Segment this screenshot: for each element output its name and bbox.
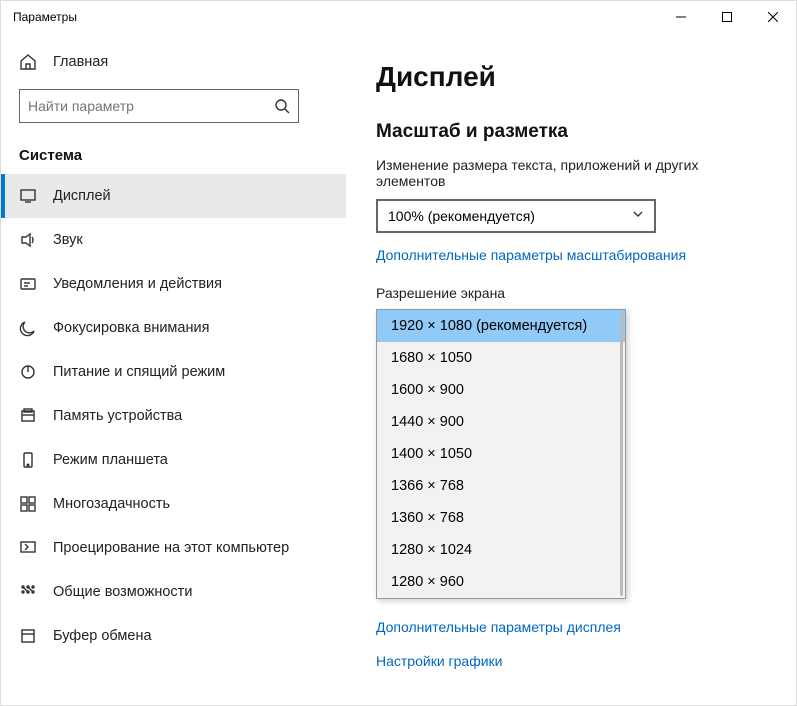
resolution-option[interactable]: 1400 × 1050 bbox=[377, 438, 625, 470]
resolution-dropdown-open[interactable]: 1920 × 1080 (рекомендуется)1680 × 105016… bbox=[376, 309, 626, 599]
sidebar-item-5[interactable]: Память устройства bbox=[1, 394, 346, 438]
sidebar-item-3[interactable]: Фокусировка внимания bbox=[1, 306, 346, 350]
maximize-button[interactable] bbox=[704, 1, 750, 33]
search-icon bbox=[274, 98, 290, 114]
resolution-option[interactable]: 1680 × 1050 bbox=[377, 342, 625, 374]
home-nav[interactable]: Главная bbox=[1, 43, 346, 81]
sidebar-icon-3 bbox=[19, 319, 37, 337]
resolution-option[interactable]: 1920 × 1080 (рекомендуется) bbox=[377, 310, 625, 342]
minimize-button[interactable] bbox=[658, 1, 704, 33]
sidebar-item-9[interactable]: Общие возможности bbox=[1, 570, 346, 614]
sidebar-item-label: Многозадачность bbox=[53, 496, 170, 512]
sidebar-item-label: Питание и спящий режим bbox=[53, 364, 225, 380]
window-controls bbox=[658, 1, 796, 33]
sidebar-icon-0 bbox=[19, 187, 37, 205]
nav-list: Дисплей Звук Уведомления и действия Фокусир… bbox=[1, 174, 346, 658]
sidebar-icon-7 bbox=[19, 495, 37, 513]
page-title: Дисплей bbox=[376, 61, 766, 93]
sidebar-item-0[interactable]: Дисплей bbox=[1, 174, 346, 218]
sidebar-item-6[interactable]: Режим планшета bbox=[1, 438, 346, 482]
sidebar-item-label: Уведомления и действия bbox=[53, 276, 222, 292]
sidebar: Главная Система Дисплей Звук Уведомления и… bbox=[1, 33, 346, 705]
close-button[interactable] bbox=[750, 1, 796, 33]
sidebar-item-2[interactable]: Уведомления и действия bbox=[1, 262, 346, 306]
resolution-option[interactable]: 1280 × 1024 bbox=[377, 534, 625, 566]
sidebar-item-label: Буфер обмена bbox=[53, 628, 152, 644]
resolution-option[interactable]: 1600 × 900 bbox=[377, 374, 625, 406]
sidebar-section-title: Система bbox=[1, 131, 346, 174]
resolution-option[interactable]: 1280 × 960 bbox=[377, 566, 625, 598]
home-icon bbox=[19, 53, 37, 71]
titlebar: Параметры bbox=[1, 1, 796, 33]
sidebar-item-1[interactable]: Звук bbox=[1, 218, 346, 262]
sidebar-icon-1 bbox=[19, 231, 37, 249]
sidebar-item-label: Дисплей bbox=[53, 188, 111, 204]
resolution-option[interactable]: 1360 × 768 bbox=[377, 502, 625, 534]
sidebar-item-label: Проецирование на этот компьютер bbox=[53, 540, 289, 556]
sidebar-icon-2 bbox=[19, 275, 37, 293]
dropdown-scrollbar[interactable] bbox=[620, 312, 623, 596]
sidebar-icon-4 bbox=[19, 363, 37, 381]
sidebar-item-4[interactable]: Питание и спящий режим bbox=[1, 350, 346, 394]
sidebar-icon-10 bbox=[19, 627, 37, 645]
scale-dropdown[interactable]: 100% (рекомендуется) bbox=[376, 199, 656, 233]
graphics-settings-link[interactable]: Настройки графики bbox=[376, 653, 766, 669]
sidebar-icon-5 bbox=[19, 407, 37, 425]
scale-advanced-link[interactable]: Дополнительные параметры масштабирования bbox=[376, 247, 686, 263]
search-input[interactable] bbox=[28, 98, 274, 114]
sidebar-item-label: Режим планшета bbox=[53, 452, 168, 468]
home-label: Главная bbox=[53, 54, 108, 70]
chevron-down-icon bbox=[632, 207, 644, 225]
content-panel: Дисплей Масштаб и разметка Изменение раз… bbox=[346, 33, 796, 705]
resolution-label: Разрешение экрана bbox=[376, 285, 766, 301]
sidebar-item-label: Фокусировка внимания bbox=[53, 320, 209, 336]
sidebar-icon-8 bbox=[19, 539, 37, 557]
scale-label: Изменение размера текста, приложений и д… bbox=[376, 157, 766, 189]
sidebar-item-10[interactable]: Буфер обмена bbox=[1, 614, 346, 658]
sidebar-item-label: Память устройства bbox=[53, 408, 182, 424]
sidebar-item-label: Общие возможности bbox=[53, 584, 192, 600]
sidebar-item-8[interactable]: Проецирование на этот компьютер bbox=[1, 526, 346, 570]
scale-group-title: Масштаб и разметка bbox=[376, 121, 766, 143]
advanced-display-link[interactable]: Дополнительные параметры дисплея bbox=[376, 619, 766, 635]
search-box[interactable] bbox=[19, 89, 299, 123]
resolution-option[interactable]: 1366 × 768 bbox=[377, 470, 625, 502]
sidebar-icon-6 bbox=[19, 451, 37, 469]
resolution-option[interactable]: 1440 × 900 bbox=[377, 406, 625, 438]
scale-value: 100% (рекомендуется) bbox=[388, 208, 535, 224]
sidebar-item-label: Звук bbox=[53, 232, 83, 248]
window-title: Параметры bbox=[13, 10, 77, 24]
sidebar-icon-9 bbox=[19, 583, 37, 601]
sidebar-item-7[interactable]: Многозадачность bbox=[1, 482, 346, 526]
